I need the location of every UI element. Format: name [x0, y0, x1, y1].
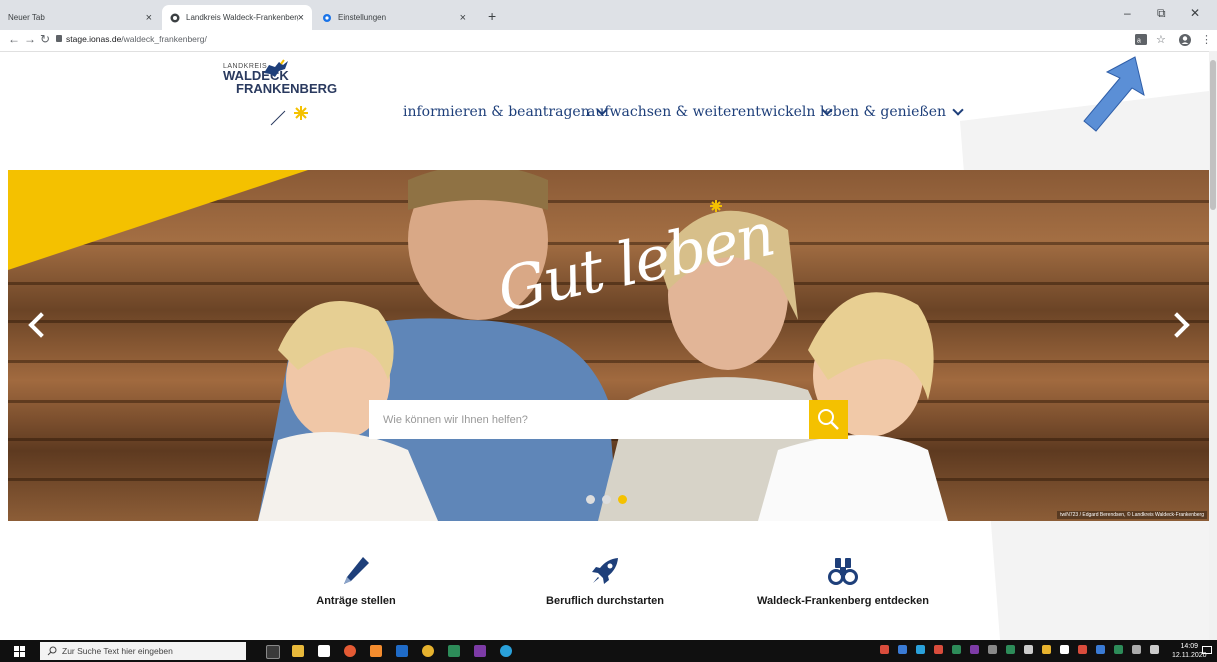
tray-icon[interactable] — [1060, 645, 1069, 654]
windows-start-icon[interactable] — [14, 646, 25, 657]
menu-dots-icon[interactable]: ⋮ — [1201, 33, 1212, 46]
tray-icon[interactable] — [1006, 645, 1015, 654]
tray-icon[interactable] — [952, 645, 961, 654]
network-icon[interactable] — [1132, 645, 1141, 654]
slider-dot-active[interactable] — [618, 495, 627, 504]
app-icon[interactable] — [370, 645, 382, 657]
url-field[interactable]: stage.ionas.de/waldeck_frankenberg/ — [66, 34, 207, 44]
pencil-icon — [344, 557, 369, 584]
hero-search-input[interactable] — [381, 412, 797, 427]
tab-title: Einstellungen — [338, 13, 387, 22]
slider-dots — [586, 495, 627, 504]
chrome-icon[interactable] — [422, 645, 434, 657]
notifications-icon[interactable] — [1202, 646, 1212, 656]
mail-icon[interactable] — [318, 645, 330, 657]
forward-arrow-icon[interactable]: → — [24, 32, 36, 46]
taskbar-search-input[interactable]: Zur Suche Text hier eingeben — [40, 642, 246, 660]
tray-icon[interactable] — [1096, 645, 1105, 654]
hero-search-button[interactable] — [809, 400, 848, 439]
tray-icon[interactable] — [1024, 645, 1033, 654]
close-tab-icon[interactable]: × — [460, 12, 466, 24]
slider-dot[interactable] — [586, 495, 595, 504]
hero-search-box — [369, 400, 809, 439]
annotation-arrow — [1083, 56, 1145, 132]
reload-icon[interactable]: ↻ — [40, 32, 50, 46]
tab-einstellungen[interactable]: Einstellungen × — [314, 5, 474, 30]
back-arrow-icon[interactable]: ← — [8, 32, 20, 46]
url-host: stage.ionas.de — [66, 34, 122, 44]
outlook-icon[interactable] — [396, 645, 408, 657]
tray-icon[interactable] — [1078, 645, 1087, 654]
tray-icon[interactable] — [1114, 645, 1123, 654]
window-close-button[interactable]: ✕ — [1190, 6, 1200, 20]
tray-icon[interactable] — [1042, 645, 1051, 654]
tray-icon[interactable] — [916, 645, 925, 654]
slider-dot[interactable] — [602, 495, 611, 504]
scrollbar-thumb[interactable] — [1210, 60, 1216, 210]
feature-label: Waldeck-Frankenberg entdecken — [757, 595, 929, 607]
feature-beruflich[interactable]: Beruflich durchstarten — [535, 555, 675, 607]
gear-icon — [323, 13, 331, 22]
taskbar-search-placeholder: Zur Suche Text hier eingeben — [62, 646, 173, 656]
tray-icon[interactable] — [988, 645, 997, 654]
tab-neuer-tab[interactable]: Neuer Tab × — [0, 5, 160, 30]
feature-antraege[interactable]: Anträge stellen — [306, 555, 406, 607]
minimize-button[interactable]: – — [1124, 6, 1131, 20]
svg-text:a: a — [1137, 38, 1141, 45]
family-photo — [258, 170, 948, 521]
tab-title: Landkreis Waldeck-Frankenberg — [186, 13, 298, 22]
translate-icon[interactable]: a — [1135, 34, 1147, 45]
task-view-icon[interactable] — [266, 645, 280, 659]
tray-icon[interactable] — [970, 645, 979, 654]
hero-slider: Gut leben twiN723 / Edgard Berendsen, © … — [8, 170, 1209, 521]
new-tab-button[interactable]: + — [488, 8, 496, 24]
telegram-icon[interactable] — [500, 645, 512, 657]
tray-icon[interactable] — [898, 645, 907, 654]
tab-title: Neuer Tab — [8, 13, 45, 22]
close-tab-icon[interactable]: × — [298, 12, 304, 24]
file-explorer-icon[interactable] — [292, 645, 304, 657]
feature-entdecken[interactable]: Waldeck-Frankenberg entdecken — [757, 555, 929, 607]
lock-icon — [56, 35, 62, 42]
firefox-icon[interactable] — [344, 645, 356, 657]
onenote-icon[interactable] — [474, 645, 486, 657]
search-icon — [818, 409, 839, 430]
address-bar: ← → ↻ stage.ionas.de/waldeck_frankenberg… — [0, 30, 1217, 52]
close-tab-icon[interactable]: × — [146, 12, 152, 24]
feature-label: Beruflich durchstarten — [546, 595, 664, 607]
url-path: /waldeck_frankenberg/ — [121, 34, 207, 44]
bookmark-star-icon[interactable]: ☆ — [1156, 33, 1166, 46]
binoculars-icon — [828, 558, 858, 585]
browser-tab-bar: Neuer Tab × Landkreis Waldeck-Frankenber… — [0, 0, 1217, 30]
profile-icon[interactable] — [1179, 34, 1191, 46]
tray-icon[interactable] — [934, 645, 943, 654]
tray-icon[interactable] — [880, 645, 889, 654]
rocket-icon — [592, 558, 618, 584]
feature-label: Anträge stellen — [316, 595, 396, 607]
app-icon[interactable] — [448, 645, 460, 657]
tab-landkreis[interactable]: Landkreis Waldeck-Frankenberg × — [162, 5, 312, 30]
search-icon — [47, 646, 57, 656]
photo-credit: twiN723 / Edgard Berendsen, © Landkreis … — [1057, 511, 1207, 519]
volume-icon[interactable] — [1150, 645, 1159, 654]
globe-icon — [170, 13, 180, 22]
restore-button[interactable]: ⧉ — [1157, 6, 1166, 21]
windows-taskbar: Zur Suche Text hier eingeben 14:09 12.11… — [0, 640, 1217, 662]
